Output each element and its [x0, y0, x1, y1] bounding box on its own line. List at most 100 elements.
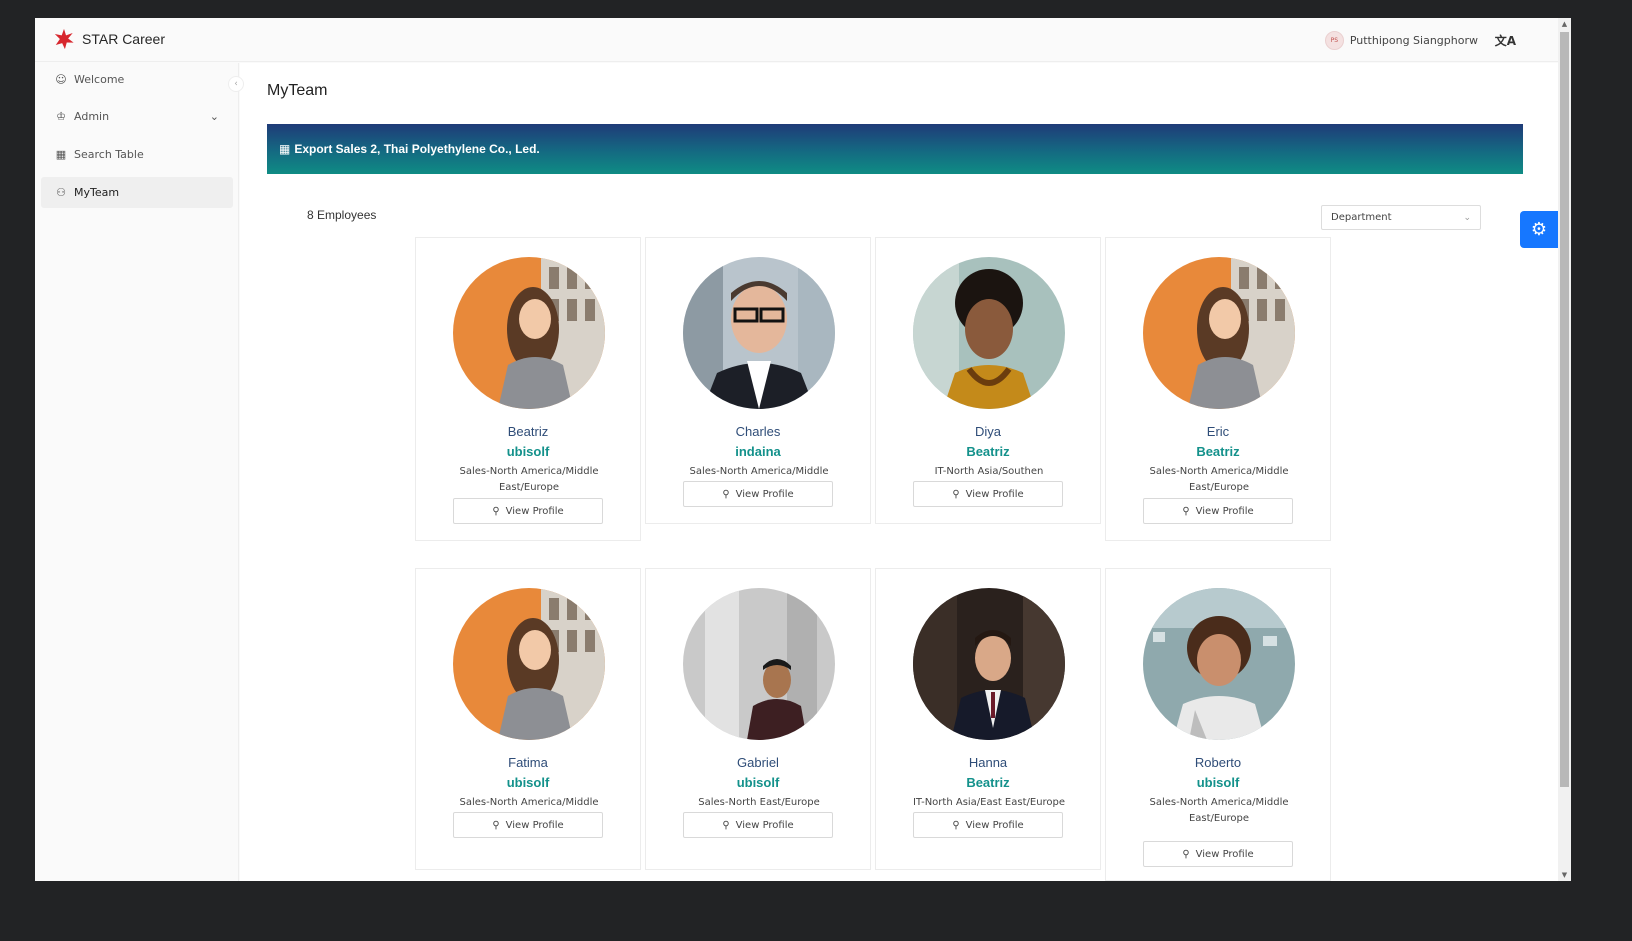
avatar: PS	[1324, 31, 1344, 50]
employee-card: Gabriel ubisolf Sales-North East/Europe …	[645, 568, 871, 870]
employee-department: IT-North Asia/East East/Europe	[912, 797, 1066, 808]
sidebar-item-label: Welcome	[74, 73, 125, 86]
top-header: STAR Career PS Putthipong Siangphorw 文A	[35, 18, 1558, 62]
employee-card: Beatriz ubisolf Sales-North America/Midd…	[415, 237, 641, 541]
employee-company: Beatriz	[966, 444, 1010, 459]
chevron-down-icon: ⌄	[209, 110, 219, 123]
view-profile-label: View Profile	[735, 819, 794, 831]
main-content: MyTeam ▦ Export Sales 2, Thai Polyethyle…	[240, 63, 1558, 881]
employee-department: Sales-North America/Middle	[459, 797, 599, 808]
employee-card: Hanna Beatriz IT-North Asia/East East/Eu…	[875, 568, 1101, 870]
employee-company: Beatriz	[1196, 444, 1240, 459]
sidebar-item-label: Admin	[74, 110, 110, 123]
user-icon: ⚲	[952, 488, 960, 500]
app-window: STAR Career PS Putthipong Siangphorw 文A …	[35, 18, 1571, 881]
gear-icon: ⚙	[1530, 219, 1548, 240]
employee-name[interactable]: Diya	[876, 424, 1100, 439]
smile-icon: ☺	[55, 73, 67, 86]
employee-card: Eric Beatriz Sales-North America/Middle …	[1105, 237, 1331, 541]
employee-photo	[453, 257, 605, 409]
employee-name[interactable]: Gabriel	[646, 755, 870, 770]
employee-company: ubisolf	[1196, 775, 1240, 790]
page-title: MyTeam	[267, 82, 328, 99]
translate-icon[interactable]: 文A	[1495, 32, 1516, 49]
employee-name[interactable]: Fatima	[416, 755, 640, 770]
collapse-sidebar-button[interactable]: ‹	[228, 76, 244, 92]
user-icon: ⚲	[492, 505, 500, 517]
employee-company: indaina	[735, 444, 781, 459]
employee-photo	[1143, 588, 1295, 740]
user-icon: ⚲	[492, 819, 500, 831]
scrollbar[interactable]: ▲ ▼	[1558, 18, 1571, 881]
employee-photo	[1143, 257, 1295, 409]
team-banner: ▦ Export Sales 2, Thai Polyethylene Co.,…	[267, 124, 1523, 174]
view-profile-label: View Profile	[505, 819, 564, 831]
employee-name[interactable]: Charles	[646, 424, 870, 439]
view-profile-label: View Profile	[965, 488, 1024, 500]
view-profile-button[interactable]: ⚲ View Profile	[913, 481, 1063, 507]
scroll-up-arrow[interactable]: ▲	[1558, 18, 1571, 30]
employee-photo	[913, 257, 1065, 409]
view-profile-button[interactable]: ⚲ View Profile	[1143, 841, 1293, 867]
scroll-thumb[interactable]	[1560, 32, 1569, 787]
employee-name[interactable]: Hanna	[876, 755, 1100, 770]
view-profile-button[interactable]: ⚲ View Profile	[683, 812, 833, 838]
employee-company: ubisolf	[506, 775, 550, 790]
employee-company: ubisolf	[506, 444, 550, 459]
user-icon: ⚲	[1182, 848, 1190, 860]
user-icon: ⚲	[722, 488, 730, 500]
employee-photo	[683, 257, 835, 409]
view-profile-button[interactable]: ⚲ View Profile	[1143, 498, 1293, 524]
employee-department: Sales-North America/Middle East/Europe	[1149, 466, 1289, 493]
view-profile-button[interactable]: ⚲ View Profile	[913, 812, 1063, 838]
user-icon: ⚲	[952, 819, 960, 831]
user-icon: ⚲	[1182, 505, 1190, 517]
employee-department: Sales-North America/Middle	[689, 466, 829, 477]
user-icon: ⚲	[722, 819, 730, 831]
sidebar-item-myteam[interactable]: ⚇ MyTeam	[41, 177, 233, 208]
sidebar-item-label: MyTeam	[74, 186, 120, 199]
employee-count: 8 Employees	[307, 208, 377, 222]
view-profile-label: View Profile	[965, 819, 1024, 831]
team-icon: ⚇	[56, 186, 66, 199]
employee-company: Beatriz	[966, 775, 1010, 790]
view-profile-label: View Profile	[505, 505, 564, 517]
logo[interactable]: STAR Career	[53, 28, 165, 50]
employee-card: Fatima ubisolf Sales-North America/Middl…	[415, 568, 641, 870]
view-profile-button[interactable]: ⚲ View Profile	[683, 481, 833, 507]
employee-company: ubisolf	[736, 775, 780, 790]
employee-department: IT-North Asia/Southen	[934, 466, 1044, 477]
sidebar-item-label: Search Table	[74, 148, 144, 161]
employee-name[interactable]: Eric	[1106, 424, 1330, 439]
app-name: STAR Career	[82, 31, 165, 47]
table-icon: ▦	[279, 142, 291, 156]
employee-department: Sales-North America/Middle East/Europe	[1149, 797, 1289, 824]
employee-photo	[683, 588, 835, 740]
view-profile-label: View Profile	[735, 488, 794, 500]
chevron-down-icon: ⌄	[1463, 212, 1471, 223]
sidebar-item-admin[interactable]: ♔ Admin ⌄	[41, 101, 233, 132]
banner-title: Export Sales 2, Thai Polyethylene Co., L…	[294, 142, 540, 156]
sidebar-item-welcome[interactable]: ☺ Welcome	[41, 64, 233, 95]
star-logo-icon	[54, 28, 74, 50]
view-profile-label: View Profile	[1195, 848, 1254, 860]
employee-card: Diya Beatriz IT-North Asia/Southen ⚲ Vie…	[875, 237, 1101, 524]
sidebar-item-search-table[interactable]: ▦ Search Table	[41, 139, 233, 170]
user-menu[interactable]: PS Putthipong Siangphorw	[1324, 31, 1478, 50]
employee-department: Sales-North America/Middle East/Europe	[459, 466, 599, 493]
view-profile-button[interactable]: ⚲ View Profile	[453, 498, 603, 524]
employee-photo	[913, 588, 1065, 740]
view-profile-label: View Profile	[1195, 505, 1254, 517]
view-profile-button[interactable]: ⚲ View Profile	[453, 812, 603, 838]
employee-photo	[453, 588, 605, 740]
employee-name[interactable]: Beatriz	[416, 424, 640, 439]
employee-card: Roberto ubisolf Sales-North America/Midd…	[1105, 568, 1331, 881]
crown-icon: ♔	[56, 110, 66, 123]
select-placeholder: Department	[1331, 212, 1392, 223]
scroll-down-arrow[interactable]: ▼	[1558, 869, 1571, 881]
department-select[interactable]: Department ⌄	[1321, 205, 1481, 230]
employee-name[interactable]: Roberto	[1106, 755, 1330, 770]
settings-gear-button[interactable]: ⚙	[1520, 211, 1558, 248]
employee-department: Sales-North East/Europe	[698, 797, 820, 808]
table-icon: ▦	[55, 148, 67, 161]
